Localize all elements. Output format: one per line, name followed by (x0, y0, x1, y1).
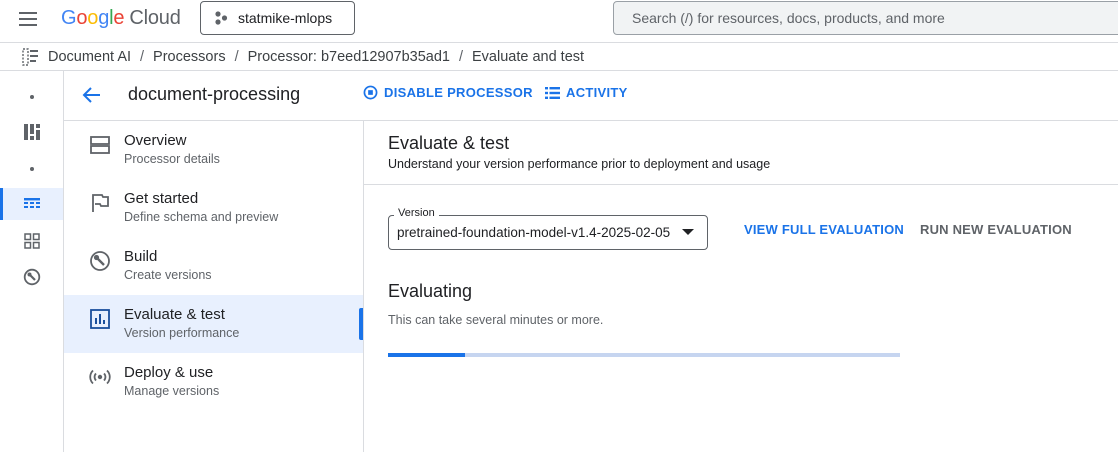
nav-subtitle: Create versions (124, 268, 212, 282)
version-value: pretrained-foundation-model-v1.4-2025-02… (397, 225, 671, 240)
rail-admin[interactable] (0, 261, 63, 293)
nav-item-evaluate-test[interactable]: Evaluate & test Version performance (64, 295, 363, 353)
page-subtitle: Understand your version performance prio… (388, 157, 771, 171)
nav-title: Evaluate & test (124, 306, 225, 323)
page-title: Evaluate & test (388, 133, 510, 153)
breadcrumb-current: Evaluate and test (472, 49, 585, 65)
evaluating-title: Evaluating (388, 281, 473, 301)
breadcrumb: Document AI / Processors / Processor: b7eed1… (48, 49, 585, 65)
build-icon (90, 251, 110, 271)
nav-subtitle: Define schema and preview (124, 210, 279, 224)
wrench-circle-icon (23, 268, 40, 286)
disable-processor-button[interactable]: DISABLE PROCESSOR (363, 85, 533, 100)
breadcrumb-processor[interactable]: Processor: b7eed12907b35ad1 (248, 49, 450, 65)
nav-title: Deploy & use (124, 364, 214, 381)
progress-bar (388, 353, 900, 357)
broadcast-icon (89, 369, 111, 385)
dropdown-caret-icon[interactable] (682, 229, 694, 235)
activity-button[interactable]: ACTIVITY (545, 85, 628, 100)
stop-circle-icon (363, 85, 378, 100)
top-bar: Google Cloud statmike-mlops (0, 0, 1118, 42)
grid-icon (23, 233, 40, 249)
nav-title: Overview (124, 132, 187, 149)
nav-subtitle: Version performance (124, 326, 240, 340)
nav-item-overview[interactable]: Overview Processor details (64, 121, 363, 179)
rail-processors[interactable] (0, 188, 63, 220)
list-icon (545, 86, 560, 99)
processor-nav: Overview Processor details Get started D… (64, 120, 364, 452)
processor-title: document-processing (128, 84, 301, 104)
nav-item-get-started[interactable]: Get started Define schema and preview (64, 179, 363, 237)
rail-dot-1[interactable] (0, 81, 63, 113)
rail-gallery[interactable] (0, 225, 63, 257)
progress-fill (388, 353, 465, 357)
project-picker-button[interactable]: statmike-mlops (200, 1, 355, 35)
breadcrumb-document-ai[interactable]: Document AI (48, 49, 131, 65)
dashboard-icon (23, 124, 40, 140)
nav-title: Build (124, 248, 158, 265)
project-name: statmike-mlops (238, 10, 333, 26)
run-new-evaluation-button[interactable]: RUN NEW EVALUATION (920, 222, 1072, 237)
activity-label: ACTIVITY (566, 85, 628, 100)
nav-item-build[interactable]: Build Create versions (64, 237, 363, 295)
table-icon (23, 198, 40, 208)
breadcrumb-bar: Document AI / Processors / Processor: b7eed1… (0, 42, 1118, 71)
nav-subtitle: Processor details (124, 152, 220, 166)
view-full-evaluation-button[interactable]: VIEW FULL EVALUATION (744, 222, 904, 237)
version-label: Version (394, 207, 439, 219)
nav-item-deploy-use[interactable]: Deploy & use Manage versions (64, 353, 363, 411)
search-input[interactable] (614, 2, 1118, 34)
flag-icon (92, 194, 109, 212)
chart-icon (90, 309, 110, 329)
nav-title: Get started (124, 190, 199, 207)
disable-processor-label: DISABLE PROCESSOR (384, 85, 533, 100)
breadcrumb-processors[interactable]: Processors (153, 49, 226, 65)
rail-dashboard[interactable] (0, 116, 63, 148)
left-rail (0, 71, 64, 452)
main-menu-icon[interactable] (14, 8, 42, 30)
rail-dot-2[interactable] (0, 153, 63, 185)
evaluating-subtitle: This can take several minutes or more. (388, 313, 604, 327)
nav-subtitle: Manage versions (124, 384, 220, 398)
overview-icon (90, 136, 110, 154)
google-cloud-logo[interactable]: Google Cloud (61, 6, 181, 30)
back-arrow-icon[interactable] (80, 83, 104, 107)
project-icon (215, 11, 228, 25)
search-box[interactable] (613, 1, 1118, 35)
document-ai-icon (22, 48, 38, 66)
